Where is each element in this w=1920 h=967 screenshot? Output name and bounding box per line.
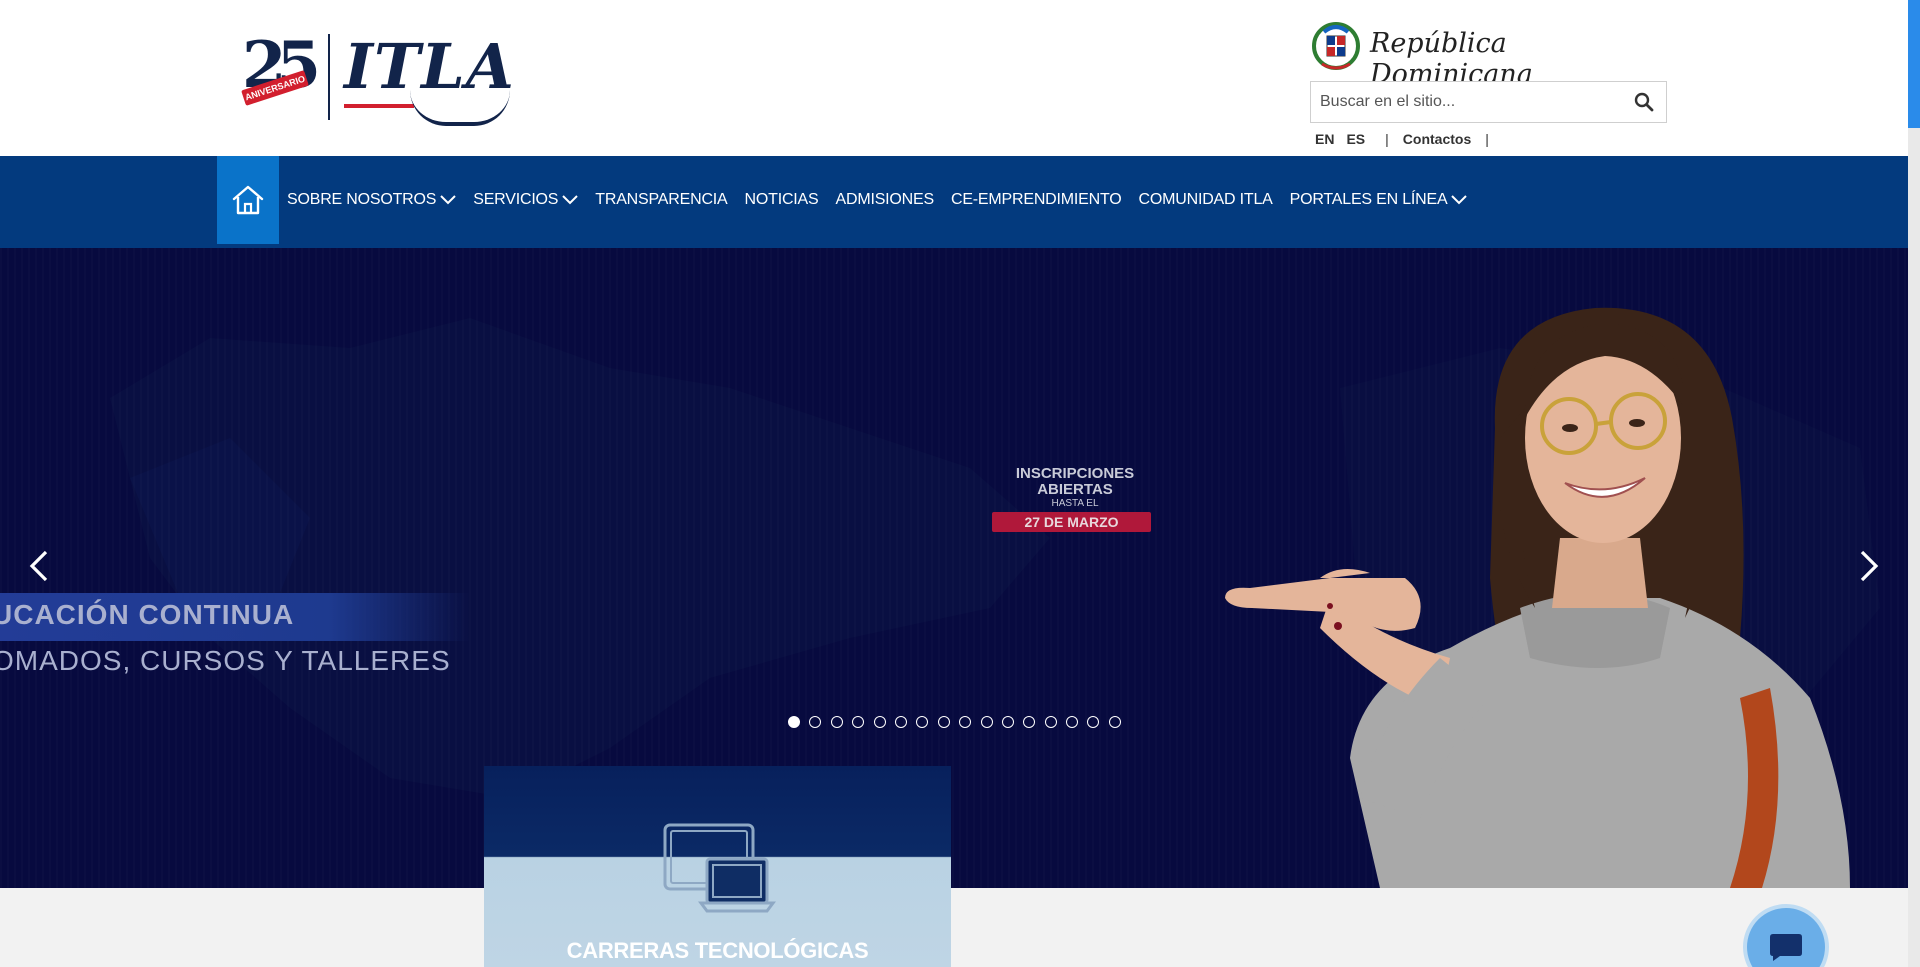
slider-dot[interactable] bbox=[788, 716, 800, 728]
chevron-down-icon bbox=[1451, 195, 1468, 205]
nav-item-label: COMUNIDAD ITLA bbox=[1138, 191, 1273, 208]
student-photo bbox=[1225, 307, 1850, 888]
card-label: CARRERAS TECNOLÓGICAS bbox=[566, 938, 869, 963]
chevron-down-icon bbox=[562, 195, 578, 205]
nav-item-comunidad-itla[interactable]: COMUNIDAD ITLA bbox=[1139, 191, 1273, 209]
slider-dot[interactable] bbox=[1044, 716, 1057, 728]
lang-es-link[interactable]: ES bbox=[1346, 131, 1365, 147]
search-input[interactable] bbox=[1311, 82, 1621, 122]
slider-dot[interactable] bbox=[959, 716, 972, 728]
slider-dot[interactable] bbox=[937, 716, 950, 728]
nav-item-servicios[interactable]: SERVICIOS bbox=[473, 191, 578, 209]
scrollbar[interactable] bbox=[1908, 0, 1920, 967]
devices-icon bbox=[663, 823, 776, 913]
logo-divider bbox=[328, 34, 330, 120]
nav-item-label: NOTICIAS bbox=[744, 191, 819, 208]
coat-of-arms-icon bbox=[1312, 22, 1360, 70]
slider-prev-button[interactable] bbox=[23, 544, 55, 588]
search-icon[interactable] bbox=[1634, 92, 1654, 112]
slider-dot[interactable] bbox=[809, 716, 822, 728]
slider-dot[interactable] bbox=[1108, 716, 1121, 728]
home-icon bbox=[232, 185, 264, 215]
contacts-link[interactable]: Contactos bbox=[1403, 131, 1471, 147]
utility-links: EN ES | Contactos | bbox=[1315, 129, 1489, 149]
nav-item-label: TRANSPARENCIA bbox=[595, 191, 728, 208]
nav-item-ce-emprendimiento[interactable]: CE-EMPRENDIMIENTO bbox=[951, 191, 1122, 209]
nav-item-admisiones[interactable]: ADMISIONES bbox=[835, 191, 935, 209]
nav-item-sobre-nosotros[interactable]: SOBRE NOSOTROS bbox=[287, 191, 456, 209]
separator: | bbox=[1485, 131, 1489, 147]
site-header: 25 ANIVERSARIO ITLA República Dominicana bbox=[0, 0, 1908, 156]
lang-en-link[interactable]: EN bbox=[1315, 131, 1334, 147]
home-button[interactable] bbox=[217, 156, 279, 244]
slider-dot[interactable] bbox=[980, 716, 993, 728]
itla-logo[interactable]: 25 ANIVERSARIO ITLA bbox=[240, 28, 515, 126]
slider-dot[interactable] bbox=[1087, 716, 1100, 728]
logo-underline bbox=[344, 104, 414, 108]
separator: | bbox=[1385, 131, 1389, 147]
scrollbar-thumb[interactable] bbox=[1908, 0, 1920, 128]
nav-item-label: SOBRE NOSOTROS bbox=[287, 191, 437, 208]
edu-title: UCACIÓN CONTINUA bbox=[0, 599, 295, 630]
chevron-down-icon bbox=[440, 195, 456, 205]
page: 25 ANIVERSARIO ITLA República Dominicana bbox=[0, 0, 1920, 967]
nav-items: SOBRE NOSOTROS SERVICIOS TRANSPARENCIA N… bbox=[287, 156, 1484, 244]
content-section bbox=[0, 888, 1908, 967]
main-nav: SOBRE NOSOTROS SERVICIOS TRANSPARENCIA N… bbox=[0, 156, 1908, 248]
nav-item-label: SERVICIOS bbox=[473, 191, 559, 208]
slider-dot[interactable] bbox=[1066, 716, 1079, 728]
anniversary-logo: 25 ANIVERSARIO bbox=[240, 28, 321, 120]
chevron-right-icon bbox=[1860, 550, 1879, 582]
slider-dot[interactable] bbox=[830, 716, 843, 728]
nav-item-portales-en-linea[interactable]: PORTALES EN LÍNEA bbox=[1290, 191, 1468, 209]
card-carreras-tecnologicas[interactable]: CARRERAS TECNOLÓGICAS bbox=[484, 766, 951, 967]
slider-dots bbox=[788, 716, 1130, 728]
nav-item-label: ADMISIONES bbox=[835, 191, 935, 208]
slider-dot[interactable] bbox=[916, 716, 929, 728]
slider-dot[interactable] bbox=[1023, 716, 1036, 728]
slider-next-button[interactable] bbox=[1853, 544, 1885, 588]
logo-swoosh bbox=[410, 90, 510, 126]
slider-dot[interactable] bbox=[852, 716, 865, 728]
hero-slider: UCACIÓN CONTINUA OMADOS, CURSOS Y TALLER… bbox=[0, 248, 1908, 888]
edu-subtitle: OMADOS, CURSOS Y TALLERES bbox=[0, 645, 451, 676]
chevron-left-icon bbox=[29, 550, 48, 582]
chat-bubble-icon bbox=[1770, 934, 1802, 961]
nav-item-label: PORTALES EN LÍNEA bbox=[1289, 191, 1448, 208]
gov-brand[interactable]: República Dominicana bbox=[1310, 18, 1630, 90]
slider-dot[interactable] bbox=[873, 716, 886, 728]
slider-dot[interactable] bbox=[1001, 716, 1014, 728]
nav-item-transparencia[interactable]: TRANSPARENCIA bbox=[595, 191, 727, 209]
nav-item-noticias[interactable]: NOTICIAS bbox=[745, 191, 819, 209]
search-box bbox=[1310, 81, 1667, 123]
nav-item-label: CE-EMPRENDIMIENTO bbox=[950, 191, 1122, 208]
slider-dot[interactable] bbox=[894, 716, 907, 728]
